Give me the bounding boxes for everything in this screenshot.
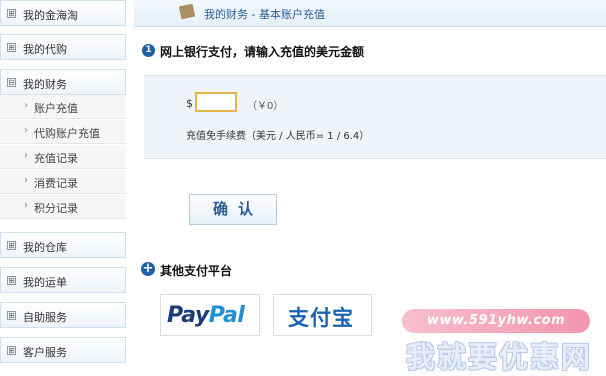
expand-icon: ⊞: [7, 43, 16, 52]
document-icon: [178, 3, 196, 20]
sidebar-section-finance[interactable]: ⊟ 我的财务: [0, 69, 126, 95]
sidebar-item-label: 代购账户充值: [34, 127, 100, 140]
chevron-right-icon: ›: [24, 150, 28, 161]
collapse-icon: ⊟: [7, 78, 16, 87]
sidebar-item-label: 账户充值: [34, 102, 78, 115]
paypal-logo-part: Pal: [208, 303, 245, 328]
sidebar-item-account-recharge[interactable]: › 账户充值: [0, 95, 126, 119]
page-title: 我的财务 - 基本账户充值: [204, 8, 325, 21]
recharge-heading: 网上银行支付，请输入充值的美元金额: [160, 45, 365, 59]
step-number-icon: 1: [142, 44, 155, 57]
currency-symbol: $: [186, 97, 193, 110]
sidebar-section-label: 自助服务: [23, 311, 67, 324]
sidebar-item-purchase-recharge[interactable]: › 代购账户充值: [0, 120, 126, 144]
rmb-equivalent: （￥0）: [247, 101, 284, 112]
sidebar-item-label: 积分记录: [34, 202, 78, 215]
sidebar-section-label: 客户服务: [23, 346, 67, 359]
amount-input[interactable]: [195, 92, 237, 112]
sidebar-section-label: 我的运单: [23, 276, 67, 289]
chevron-right-icon: ›: [24, 125, 28, 136]
sidebar-section-purchasing[interactable]: ⊞ 我的代购: [0, 34, 126, 60]
other-platforms-heading: 其他支付平台: [160, 264, 233, 278]
sidebar-section-label: 我的代购: [23, 43, 67, 56]
chevron-right-icon: ›: [24, 200, 28, 211]
watermark-url: www.591yhw.com: [402, 309, 590, 333]
sidebar-section-customer-service[interactable]: ⊞ 客户服务: [0, 337, 126, 363]
sidebar-section-warehouse[interactable]: ⊞ 我的仓库: [0, 232, 126, 258]
sidebar: ⊞ 我的金海淘 ⊞ 我的代购 ⊟ 我的财务 › 账户充值 › 代购账户充值 › …: [0, 0, 127, 375]
paypal-logo: PayPal: [167, 303, 245, 328]
paypal-option[interactable]: PayPal: [160, 294, 260, 336]
fee-note: 充值免手续费（美元 / 人民币= 1 / 6.4）: [186, 131, 370, 142]
expand-icon: ⊞: [7, 276, 16, 285]
plus-icon: +: [141, 261, 155, 276]
alipay-option[interactable]: 支付宝: [273, 294, 372, 336]
expand-icon: ⊞: [7, 9, 16, 18]
expand-icon: ⊞: [7, 241, 16, 250]
chevron-right-icon: ›: [24, 100, 28, 111]
alipay-logo: 支付宝: [288, 305, 354, 330]
sidebar-item-recharge-records[interactable]: › 充值记录: [0, 145, 126, 169]
sidebar-section-self-service[interactable]: ⊞ 自助服务: [0, 302, 126, 328]
expand-icon: ⊞: [7, 346, 16, 355]
sidebar-section-jinhaitao[interactable]: ⊞ 我的金海淘: [0, 0, 126, 26]
sidebar-section-label: 我的金海淘: [23, 9, 78, 22]
sidebar-section-label: 我的仓库: [23, 241, 67, 254]
breadcrumb: 我的财务 - 基本账户充值: [134, 0, 606, 27]
sidebar-item-spending-records[interactable]: › 消费记录: [0, 170, 126, 194]
paypal-logo-part: Pay: [167, 303, 209, 328]
watermark-text: 我就要优惠网: [406, 340, 593, 374]
chevron-right-icon: ›: [24, 175, 28, 186]
sidebar-item-label: 充值记录: [34, 152, 78, 165]
sidebar-section-shipments[interactable]: ⊞ 我的运单: [0, 267, 126, 293]
confirm-button[interactable]: 确认: [189, 194, 277, 225]
sidebar-section-label: 我的财务: [23, 78, 67, 91]
recharge-panel: [144, 75, 606, 159]
sidebar-item-points-records[interactable]: › 积分记录: [0, 195, 126, 219]
expand-icon: ⊞: [7, 311, 16, 320]
sidebar-item-label: 消费记录: [34, 177, 78, 190]
